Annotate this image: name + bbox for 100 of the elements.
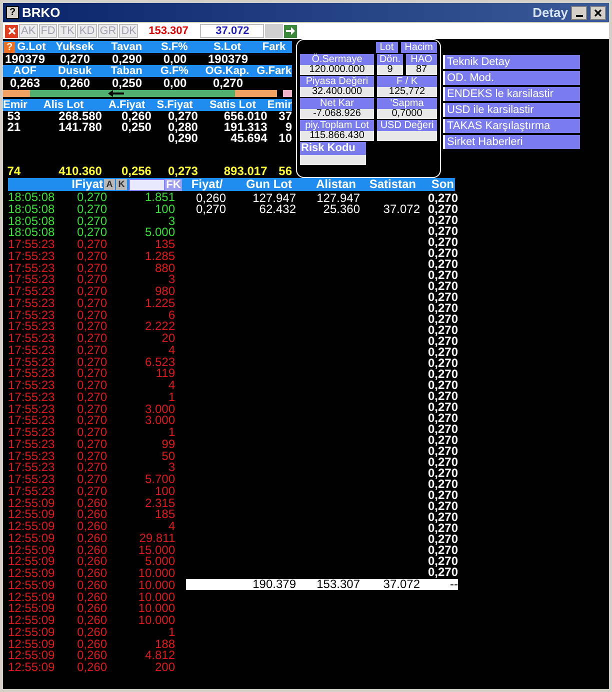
column-header: Alis Lot: [43, 99, 84, 111]
table-cell: 0,260: [196, 191, 226, 205]
menu-item[interactable]: TAKAS Karşılaştırma: [443, 119, 580, 133]
menu-item[interactable]: USD ile karsilastir: [443, 103, 580, 117]
field-label: USD Değeri: [377, 120, 437, 131]
column-header: Son: [431, 177, 454, 191]
menu-item[interactable]: ENDEKS le karsilastir: [443, 87, 580, 101]
table-cell: 37: [278, 109, 292, 123]
table-cell: 3: [168, 214, 175, 228]
table-cell: 153.307: [316, 577, 360, 591]
column-header: Taban: [110, 65, 142, 77]
buy-total: 37.072: [200, 24, 264, 38]
table-cell: 10.000: [138, 613, 175, 627]
menu-item[interactable]: Sirket Haberleri: [443, 135, 580, 149]
column-header: Satis Lot: [209, 99, 256, 111]
close-button[interactable]: [590, 6, 606, 20]
table-cell: 45.694: [230, 131, 268, 145]
table-cell: 0,263: [10, 76, 40, 90]
table-cell: 21: [7, 120, 21, 134]
table-cell: 17:55:23: [8, 272, 55, 286]
field-label: HAO: [406, 54, 437, 65]
field-value: 125,772: [377, 87, 437, 97]
table-cell: 0,270: [76, 378, 108, 392]
table-cell: 0,260: [76, 530, 108, 545]
column-header: IFiyat: [72, 177, 103, 191]
table-cell: 99: [162, 436, 175, 451]
window-title: BRKO: [22, 4, 60, 22]
field-label: Net Kar: [300, 98, 374, 109]
field-value: 9: [377, 65, 403, 75]
table-cell: 0,260: [76, 566, 108, 580]
menu-item[interactable]: OD. Mod.: [443, 71, 580, 85]
table-cell: 0,250: [112, 76, 142, 90]
table-cell: 1: [168, 425, 175, 439]
table-cell: 18:05:08: [8, 202, 55, 216]
table-cell: 0,260: [76, 648, 108, 662]
field-label: Risk Kodu: [300, 142, 366, 155]
table-cell: 0,260: [121, 109, 152, 123]
table-cell: 0,260: [76, 542, 108, 556]
table-cell: 17:55:23: [8, 354, 55, 368]
table-cell: 0,273: [168, 164, 198, 178]
table-cell: 100: [154, 484, 175, 498]
filter-field[interactable]: [129, 178, 165, 190]
table-cell: 12:55:09: [8, 530, 55, 545]
menu-item[interactable]: Teknik Detay: [443, 55, 580, 69]
table-cell: 0,270: [76, 472, 108, 486]
table-cell: 0,270: [212, 76, 244, 90]
table-cell: 0,270: [76, 460, 108, 474]
column-header: G.F%: [160, 65, 188, 77]
table-cell: 0,270: [76, 354, 108, 368]
table-cell: 62.432: [259, 202, 296, 216]
field-value: -7.068.926: [300, 109, 374, 119]
column-header: Alistan: [316, 177, 356, 191]
table-cell: 0,270: [76, 413, 108, 428]
table-cell: 4.812: [144, 648, 175, 662]
table-cell: 0,260: [76, 519, 108, 533]
table-cell: 12:55:09: [8, 566, 55, 580]
table-cell: 18:05:08: [8, 190, 55, 204]
table-cell: 12:55:09: [8, 554, 55, 568]
go-button[interactable]: [284, 24, 298, 38]
field-label: 'Sapma: [377, 98, 437, 109]
field-value: 87: [406, 65, 437, 75]
toggle-button[interactable]: Hacim: [400, 42, 437, 53]
column-header: Yuksek: [56, 41, 94, 53]
table-cell: 12:55:09: [8, 624, 55, 639]
field-label: Ö.Sermaye: [300, 54, 374, 65]
table-cell: 17:55:23: [8, 342, 55, 357]
fk-button[interactable]: FK: [165, 178, 182, 190]
table-cell: 0,270: [168, 109, 198, 123]
table-cell: 17:55:23: [8, 425, 55, 439]
column-header: G.Fark: [256, 65, 292, 77]
table-cell: 20: [162, 331, 175, 345]
table-cell: 100: [154, 202, 175, 216]
table-cell: 4: [168, 519, 175, 533]
table-cell: 50: [162, 448, 175, 462]
table-cell: 17:55:23: [8, 378, 55, 392]
table-cell: 9: [285, 120, 292, 134]
table-cell: 0,270: [76, 248, 108, 263]
toggle-button[interactable]: Lot: [376, 42, 398, 53]
table-cell: 0,260: [76, 624, 108, 639]
table-cell: 12:55:09: [8, 660, 55, 674]
sort-button[interactable]: A: [104, 179, 115, 190]
sort-button[interactable]: K: [116, 179, 127, 190]
table-cell: 15.000: [138, 542, 175, 556]
table-cell: 0,270: [76, 319, 108, 334]
arrow-icon: [286, 27, 296, 35]
table-cell: 0,00: [163, 76, 187, 90]
table-cell: 37.072: [383, 577, 420, 591]
table-cell: 0,270: [76, 390, 108, 404]
table-cell: 17:55:23: [8, 413, 55, 428]
table-cell: 1.285: [144, 248, 175, 263]
table-cell: 0,270: [76, 448, 108, 462]
table-cell: 10.000: [138, 566, 175, 580]
table-cell: 127.947: [252, 191, 296, 205]
table-cell: 0,270: [196, 202, 226, 216]
minimize-button[interactable]: [571, 6, 587, 20]
table-cell: 190.379: [252, 577, 296, 591]
table-cell: 0,260: [60, 76, 90, 90]
table-cell: 0,00: [163, 52, 187, 66]
table-cell: 0,270: [76, 190, 108, 204]
table-cell: 0,260: [76, 636, 108, 650]
